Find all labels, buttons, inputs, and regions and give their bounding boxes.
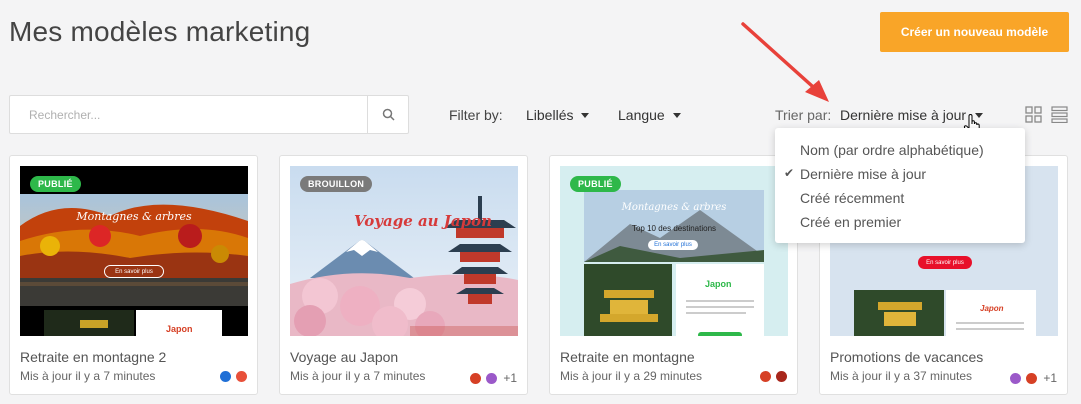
sort-dropdown[interactable]: Dernière mise à jour xyxy=(840,107,984,123)
template-card[interactable]: Voyage au Japon BROUILLON Voyage au Japo… xyxy=(279,155,528,395)
sort-option-label: Nom (par ordre alphabétique) xyxy=(800,142,984,158)
template-name: Voyage au Japon xyxy=(290,349,399,365)
template-name: Promotions de vacances xyxy=(830,349,984,365)
list-view-icon xyxy=(1051,106,1068,124)
thumbnail-button: En savoir plus xyxy=(104,265,164,278)
tag-dot xyxy=(776,371,787,382)
template-name: Retraite en montagne xyxy=(560,349,695,365)
tag-dot xyxy=(220,371,231,382)
status-badge: BROUILLON xyxy=(300,176,373,192)
chevron-down-icon xyxy=(581,112,590,118)
page-title: Mes modèles marketing xyxy=(9,16,311,47)
thumbnail-subtitle: Japon xyxy=(705,279,732,289)
search-box xyxy=(9,95,409,134)
template-name: Retraite en montagne 2 xyxy=(20,349,167,365)
extra-tags-count: +1 xyxy=(503,371,517,385)
template-updated: Mis à jour il y a 37 minutes xyxy=(830,369,973,383)
extra-tags-count: +1 xyxy=(1043,371,1057,385)
thumbnail-heading: Montagnes & arbres xyxy=(76,210,192,223)
create-template-button[interactable]: Créer un nouveau modèle xyxy=(880,12,1069,52)
tag-dots: +1 xyxy=(1010,371,1057,385)
sort-selected: Dernière mise à jour xyxy=(840,107,967,123)
search-input[interactable] xyxy=(10,96,367,133)
template-updated: Mis à jour il y a 7 minutes xyxy=(290,369,426,383)
tag-dot xyxy=(1010,372,1022,384)
search-button[interactable] xyxy=(367,96,408,133)
status-badge: PUBLIÉ xyxy=(570,176,621,192)
thumbnail-heading: Montagnes & arbres xyxy=(621,202,727,213)
template-card[interactable]: Montagnes & arbres En savoir plus Japon … xyxy=(9,155,258,395)
filter-tags-dropdown[interactable]: Libellés xyxy=(526,107,590,123)
filter-tags-label: Libellés xyxy=(526,107,574,123)
thumbnail-button: En savoir plus xyxy=(648,240,698,250)
template-updated: Mis à jour il y a 7 minutes xyxy=(20,369,156,383)
sort-option-first[interactable]: Créé en premier xyxy=(775,210,1025,234)
chevron-down-icon xyxy=(672,112,681,118)
sort-option-label: Créé en premier xyxy=(800,214,902,230)
sort-option-recent[interactable]: Créé récemment xyxy=(775,186,1025,210)
list-view-button[interactable] xyxy=(1051,106,1068,128)
checkmark-icon: ✔ xyxy=(784,166,795,180)
annotation-arrow xyxy=(735,18,835,113)
tag-dot xyxy=(1026,372,1038,384)
filter-label: Filter by: xyxy=(449,107,503,123)
tag-dot xyxy=(760,371,771,382)
tag-dots xyxy=(760,371,787,382)
status-badge: PUBLIÉ xyxy=(30,176,81,192)
grid-view-button[interactable] xyxy=(1025,106,1042,128)
filter-language-dropdown[interactable]: Langue xyxy=(618,107,681,123)
tag-dots xyxy=(220,371,247,382)
tag-dot xyxy=(470,372,482,384)
thumbnail-subtitle: Japon xyxy=(166,324,193,334)
sort-label: Trier par: xyxy=(775,107,832,123)
tag-dot xyxy=(486,372,498,384)
sort-option-label: Créé récemment xyxy=(800,190,905,206)
filter-language-label: Langue xyxy=(618,107,665,123)
thumbnail-subheading: Top 10 des destinations xyxy=(631,224,717,233)
template-updated: Mis à jour il y a 29 minutes xyxy=(560,369,703,383)
search-icon xyxy=(382,108,395,121)
sort-menu: Nom (par ordre alphabétique) ✔ Dernière … xyxy=(775,128,1025,243)
template-card[interactable]: Montagnes & arbres Top 10 des destinatio… xyxy=(549,155,798,395)
sort-option-last-updated[interactable]: ✔ Dernière mise à jour xyxy=(775,162,1025,186)
tag-dots: +1 xyxy=(470,371,517,385)
tag-dot xyxy=(236,371,247,382)
thumbnail-heading: Voyage au Japon xyxy=(354,212,493,230)
sort-option-name[interactable]: Nom (par ordre alphabétique) xyxy=(775,138,1025,162)
thumbnail-subtitle: Japon xyxy=(980,304,1004,313)
sort-option-label: Dernière mise à jour xyxy=(800,166,927,182)
grid-view-icon xyxy=(1025,106,1042,123)
thumbnail-button: En savoir plus xyxy=(918,256,972,269)
